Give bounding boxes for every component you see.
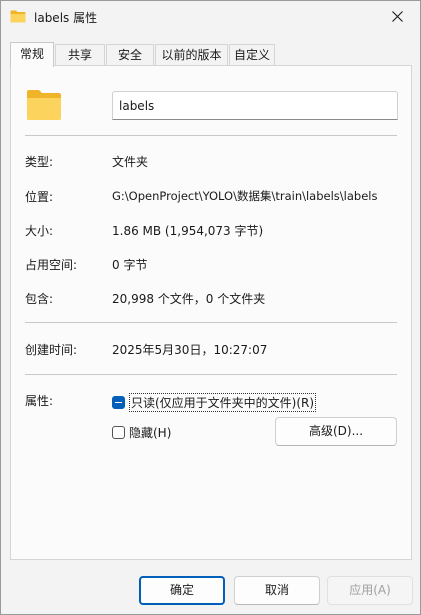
readonly-checkbox-label: 只读(仅应用于文件夹中的文件)(R) xyxy=(129,393,317,412)
contains-value: 20,998 个文件，0 个文件夹 xyxy=(112,292,266,306)
folder-name-input[interactable] xyxy=(112,91,398,120)
folder-icon xyxy=(10,10,26,23)
close-icon xyxy=(391,11,403,22)
disk-size-label: 占用空间: xyxy=(25,258,78,272)
ok-button[interactable]: 确定 xyxy=(139,576,225,605)
cancel-button[interactable]: 取消 xyxy=(234,576,320,605)
location-value: G:\OpenProject\YOLO\数据集\train\labels\lab… xyxy=(112,189,378,203)
separator xyxy=(25,322,397,323)
contains-label: 包含: xyxy=(25,292,54,306)
tab-previous-versions[interactable]: 以前的版本 xyxy=(155,44,228,66)
folder-icon xyxy=(27,90,61,120)
tab-general[interactable]: 常规 xyxy=(10,42,54,67)
advanced-button[interactable]: 高级(D)... xyxy=(275,417,397,446)
tab-customize[interactable]: 自定义 xyxy=(229,44,275,66)
hidden-checkbox[interactable]: 隐藏(H) xyxy=(112,424,171,441)
created-label: 创建时间: xyxy=(25,343,78,357)
size-label: 大小: xyxy=(25,224,54,238)
checkbox-indeterminate-icon xyxy=(112,396,125,409)
disk-size-value: 0 字节 xyxy=(112,258,148,272)
type-value: 文件夹 xyxy=(112,155,149,169)
window-title: labels 属性 xyxy=(34,11,98,25)
title-bar[interactable]: labels 属性 xyxy=(1,1,420,33)
readonly-checkbox[interactable]: 只读(仅应用于文件夹中的文件)(R) xyxy=(112,393,317,412)
tab-sharing[interactable]: 共享 xyxy=(55,44,105,66)
tab-security[interactable]: 安全 xyxy=(106,44,154,66)
created-value: 2025年5月30日，10:27:07 xyxy=(112,343,268,357)
separator xyxy=(25,135,397,136)
properties-window: labels 属性 常规 共享 安全 以前的版本 自定义 类型: 文件夹 位置:… xyxy=(0,0,421,615)
apply-button[interactable]: 应用(A) xyxy=(327,576,413,605)
attributes-label: 属性: xyxy=(25,394,54,408)
general-panel: 类型: 文件夹 位置: G:\OpenProject\YOLO\数据集\trai… xyxy=(10,65,412,560)
checkbox-unchecked-icon xyxy=(112,426,125,439)
type-label: 类型: xyxy=(25,155,54,169)
size-value: 1.86 MB (1,954,073 字节) xyxy=(112,224,264,238)
separator xyxy=(25,374,397,375)
close-button[interactable] xyxy=(374,1,420,32)
hidden-checkbox-label: 隐藏(H) xyxy=(129,426,172,440)
location-label: 位置: xyxy=(25,190,54,204)
